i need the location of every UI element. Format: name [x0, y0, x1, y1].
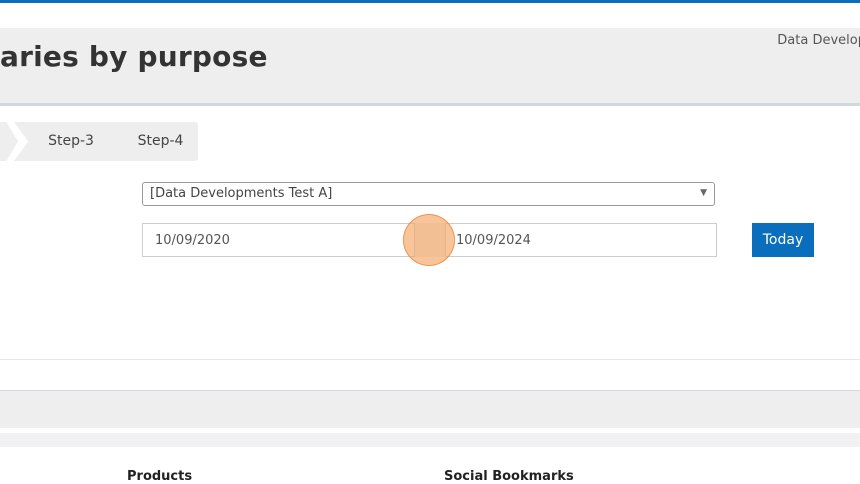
dropdown-arrow-icon: ▼: [700, 188, 707, 198]
footer-heading-products: Products: [127, 469, 193, 484]
footer-heading-social-bookmarks: Social Bookmarks: [444, 469, 574, 484]
step-previous[interactable]: [0, 122, 18, 161]
start-date-input[interactable]: [155, 224, 405, 256]
date-range-separator: [414, 223, 446, 257]
today-button[interactable]: Today: [752, 223, 814, 257]
dataset-select[interactable]: [Data Developments Test A] ▼: [142, 182, 715, 206]
footer-area: [0, 433, 860, 447]
page-header: aries by purpose Data Develop: [0, 28, 860, 106]
wizard-stepper: Step-3 Step-4: [0, 122, 200, 161]
step-label: Step-3: [48, 133, 94, 149]
footer-band: [0, 390, 860, 428]
step-label: Step-4: [137, 133, 184, 149]
top-accent-bar: [0, 0, 860, 3]
page-title: aries by purpose: [0, 40, 268, 73]
dataset-select-value: [Data Developments Test A]: [150, 186, 333, 201]
content-divider: [0, 359, 860, 360]
step-3[interactable]: Step-3: [14, 122, 124, 161]
date-range-picker: [142, 223, 717, 257]
end-date-input[interactable]: [456, 224, 706, 256]
organization-name[interactable]: Data Develop: [777, 33, 860, 48]
